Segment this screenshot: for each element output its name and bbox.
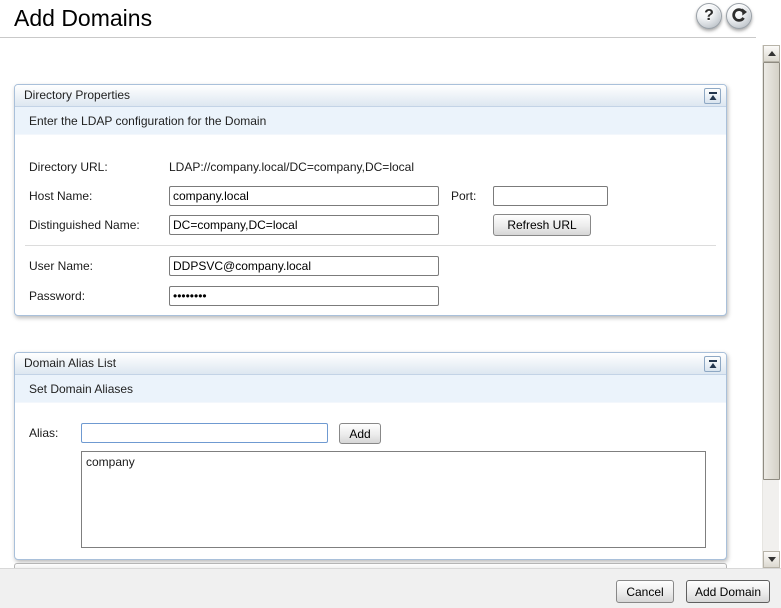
alias-panel-subtitle: Set Domain Aliases bbox=[15, 375, 726, 403]
domain-alias-list-panel: Domain Alias List Set Domain Aliases Ali… bbox=[14, 352, 727, 560]
refresh-icon bbox=[731, 7, 747, 26]
user-name-row: User Name: bbox=[15, 256, 726, 276]
distinguished-name-field[interactable] bbox=[169, 215, 439, 235]
directory-url-label: Directory URL: bbox=[29, 160, 108, 174]
alias-list-item[interactable]: company bbox=[82, 452, 705, 472]
credentials-divider bbox=[25, 245, 716, 246]
host-name-field[interactable] bbox=[169, 186, 439, 206]
directory-properties-header: Directory Properties bbox=[15, 85, 726, 107]
add-domain-button[interactable]: Add Domain bbox=[686, 580, 770, 603]
domain-alias-list-header: Domain Alias List bbox=[15, 353, 726, 375]
user-name-label: User Name: bbox=[29, 259, 94, 273]
password-field[interactable] bbox=[169, 286, 439, 306]
alias-input[interactable] bbox=[81, 423, 328, 443]
refresh-url-button[interactable]: Refresh URL bbox=[493, 214, 591, 236]
alias-label: Alias: bbox=[29, 426, 59, 440]
alias-row: Alias: Add bbox=[15, 423, 726, 444]
directory-url-value: LDAP://company.local/DC=company,DC=local bbox=[169, 160, 414, 174]
arrow-down-icon bbox=[767, 557, 776, 562]
directory-panel-subtitle: Enter the LDAP configuration for the Dom… bbox=[15, 107, 726, 135]
arrow-up-icon bbox=[767, 51, 776, 56]
collapse-directory-panel-button[interactable] bbox=[704, 88, 721, 104]
domain-alias-list-title: Domain Alias List bbox=[24, 356, 117, 370]
port-label: Port: bbox=[451, 189, 477, 203]
collapse-alias-panel-button[interactable] bbox=[704, 356, 721, 372]
scrollbar-thumb[interactable] bbox=[763, 62, 780, 480]
distinguished-name-row: Distinguished Name: bbox=[15, 215, 726, 235]
refresh-button[interactable] bbox=[726, 3, 752, 29]
vertical-scrollbar[interactable] bbox=[762, 45, 780, 568]
title-divider bbox=[0, 37, 756, 38]
directory-properties-title: Directory Properties bbox=[24, 88, 131, 102]
port-field[interactable] bbox=[493, 186, 608, 206]
host-name-row: Host Name: Port: bbox=[15, 186, 726, 206]
host-name-label: Host Name: bbox=[29, 189, 93, 203]
scrollbar-up-button[interactable] bbox=[763, 45, 780, 62]
help-button[interactable]: ? bbox=[696, 3, 722, 29]
distinguished-name-label: Distinguished Name: bbox=[29, 218, 140, 232]
directory-properties-panel: Directory Properties Enter the LDAP conf… bbox=[14, 84, 727, 316]
cancel-button[interactable]: Cancel bbox=[616, 580, 674, 603]
password-row: Password: bbox=[15, 286, 726, 306]
collapse-panel-icon bbox=[708, 89, 718, 104]
password-label: Password: bbox=[29, 289, 86, 303]
footer-bar: Cancel Add Domain bbox=[0, 568, 781, 608]
directory-url-row: Directory URL: LDAP://company.local/DC=c… bbox=[15, 157, 726, 177]
scrollbar-down-button[interactable] bbox=[763, 551, 780, 568]
add-domains-page: Add Domains ? Directory Properties Enter… bbox=[0, 0, 781, 608]
help-icon: ? bbox=[704, 7, 714, 24]
add-alias-button[interactable]: Add bbox=[339, 423, 381, 444]
page-title: Add Domains bbox=[14, 5, 153, 31]
user-name-field[interactable] bbox=[169, 256, 439, 276]
collapse-panel-icon bbox=[708, 357, 718, 372]
alias-listbox[interactable]: company bbox=[81, 451, 706, 548]
